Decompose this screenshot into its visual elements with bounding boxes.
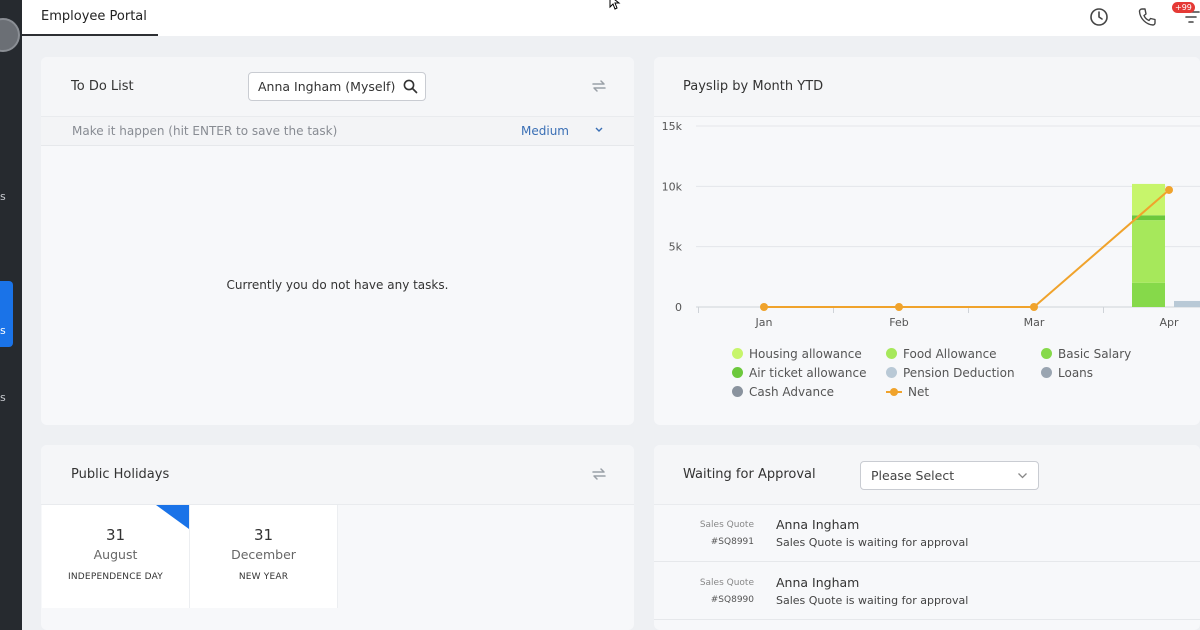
legend-item[interactable]: Air ticket allowance <box>732 366 866 380</box>
approval-requester: Anna Ingham <box>776 575 860 590</box>
phone-icon[interactable] <box>1136 6 1158 28</box>
sidebar-item-label: s <box>0 324 6 337</box>
approval-card: Waiting for Approval Please Select Sales… <box>654 445 1200 630</box>
x-tick-label: Feb <box>889 316 908 329</box>
x-tick-label: Jan <box>755 316 773 329</box>
approval-item[interactable]: Sales Quote #SQ8991 Anna Ingham Sales Qu… <box>654 505 1200 562</box>
empty-tasks-message: Currently you do not have any tasks. <box>226 278 449 292</box>
holidays-card: Public Holidays 31 August INDEPENDENCE D… <box>41 445 634 630</box>
legend-item[interactable]: Cash Advance <box>732 385 834 399</box>
assignee-search-input[interactable]: Anna Ingham (Myself) <box>248 72 426 101</box>
legend-swatch <box>1041 367 1052 378</box>
sidebar: s s s <box>0 0 22 630</box>
payslip-title: Payslip by Month YTD <box>683 79 824 94</box>
mouse-cursor-icon <box>609 0 621 10</box>
x-tick-label: Apr <box>1159 316 1179 329</box>
legend-swatch <box>732 386 743 397</box>
legend-label: Basic Salary <box>1058 347 1132 361</box>
todo-title: To Do List <box>71 79 134 94</box>
select-value: Please Select <box>871 468 955 483</box>
holidays-card-header: Public Holidays <box>41 445 634 505</box>
holiday-card[interactable]: 31 August INDEPENDENCE DAY <box>42 505 190 608</box>
legend-swatch <box>886 348 897 359</box>
bar-basic-salary <box>1132 282 1165 307</box>
sidebar-item-label[interactable]: s <box>0 391 6 404</box>
assignee-value: Anna Ingham (Myself) <box>258 79 396 94</box>
approval-title: Waiting for Approval <box>683 467 816 482</box>
net-line <box>764 189 1170 308</box>
payslip-chart: 0 5k 10k 15k Jan Feb Mar Apr <box>662 120 1200 329</box>
holidays-title: Public Holidays <box>71 467 170 482</box>
avatar[interactable] <box>0 18 20 52</box>
holiday-name: NEW YEAR <box>238 572 289 582</box>
payslip-card: Payslip by Month YTD 0 5k 10k 15k Jan Feb Mar A… <box>654 57 1200 425</box>
legend-label: Air ticket allowance <box>749 366 867 380</box>
priority-select[interactable]: Medium <box>521 124 569 138</box>
holiday-month: December <box>231 547 296 562</box>
legend-swatch <box>886 367 897 378</box>
approval-card-header: Waiting for Approval Please Select <box>654 445 1200 505</box>
net-point <box>1165 185 1173 194</box>
tab-employee-portal[interactable]: Employee Portal <box>22 0 158 36</box>
tab-label: Employee Portal <box>41 9 147 24</box>
notification-badge: +99 <box>1172 2 1195 13</box>
legend-item[interactable]: Housing allowance <box>732 347 862 361</box>
approval-message: Sales Quote is waiting for approval <box>776 536 969 549</box>
approval-number: #SQ8991 <box>710 537 754 547</box>
net-point <box>760 303 768 311</box>
legend-label: Pension Deduction <box>903 366 1015 380</box>
chevron-down-icon[interactable] <box>594 126 604 134</box>
legend-label: Net <box>908 385 930 399</box>
legend-label: Cash Advance <box>749 385 835 399</box>
x-tick-label: Mar <box>1024 316 1045 329</box>
legend-swatch <box>732 348 743 359</box>
payslip-card-header: Payslip by Month YTD <box>654 57 1200 117</box>
holiday-day: 31 <box>253 526 274 544</box>
approval-type: Sales Quote <box>699 520 754 530</box>
net-point <box>1030 303 1038 311</box>
legend-swatch <box>1041 348 1052 359</box>
holiday-month: August <box>93 547 138 562</box>
legend-item[interactable]: Net <box>886 385 929 399</box>
holiday-card[interactable]: 31 December NEW YEAR <box>190 505 338 608</box>
holiday-day: 31 <box>105 526 126 544</box>
search-icon[interactable] <box>403 79 418 94</box>
legend-label: Loans <box>1058 366 1094 380</box>
legend-item[interactable]: Loans <box>1041 366 1093 380</box>
todo-card: To Do List Anna Ingham (Myself) Make it … <box>41 57 634 425</box>
y-tick-label: 0 <box>675 301 682 314</box>
clock-icon[interactable] <box>1088 6 1110 28</box>
bar-food-allowance <box>1132 220 1165 283</box>
sidebar-item-active[interactable]: s <box>0 281 13 347</box>
y-tick-label: 15k <box>662 120 683 133</box>
refresh-icon[interactable] <box>590 77 608 95</box>
legend-swatch <box>886 386 902 397</box>
bar-pension-deduction <box>1174 300 1200 307</box>
legend-swatch <box>732 367 743 378</box>
approval-requester: Anna Ingham <box>776 517 860 532</box>
approval-filter-select[interactable]: Please Select <box>860 461 1039 490</box>
legend-item[interactable]: Pension Deduction <box>886 366 1015 380</box>
todo-card-header: To Do List Anna Ingham (Myself) <box>41 57 634 117</box>
y-tick-label: 10k <box>662 180 683 193</box>
approval-item[interactable]: Sales Quote #SQ8990 Anna Ingham Sales Qu… <box>654 563 1200 620</box>
chevron-down-icon <box>1018 473 1027 479</box>
holiday-name: INDEPENDENCE DAY <box>68 572 163 582</box>
new-task-row: Make it happen (hit ENTER to save the ta… <box>41 117 634 146</box>
refresh-icon[interactable] <box>590 465 608 483</box>
approval-number: #SQ8990 <box>710 595 754 605</box>
net-point <box>895 303 903 311</box>
legend-label: Housing allowance <box>749 347 862 361</box>
legend-item[interactable]: Basic Salary <box>1041 347 1131 361</box>
approval-type: Sales Quote <box>699 578 754 588</box>
legend-item[interactable]: Food Allowance <box>886 347 997 361</box>
sidebar-item-label[interactable]: s <box>0 190 6 203</box>
legend-label: Food Allowance <box>903 347 997 361</box>
approval-message: Sales Quote is waiting for approval <box>776 594 969 607</box>
bar-housing-allowance <box>1132 183 1165 216</box>
new-task-input[interactable]: Make it happen (hit ENTER to save the ta… <box>72 124 337 138</box>
y-tick-label: 5k <box>669 241 683 254</box>
